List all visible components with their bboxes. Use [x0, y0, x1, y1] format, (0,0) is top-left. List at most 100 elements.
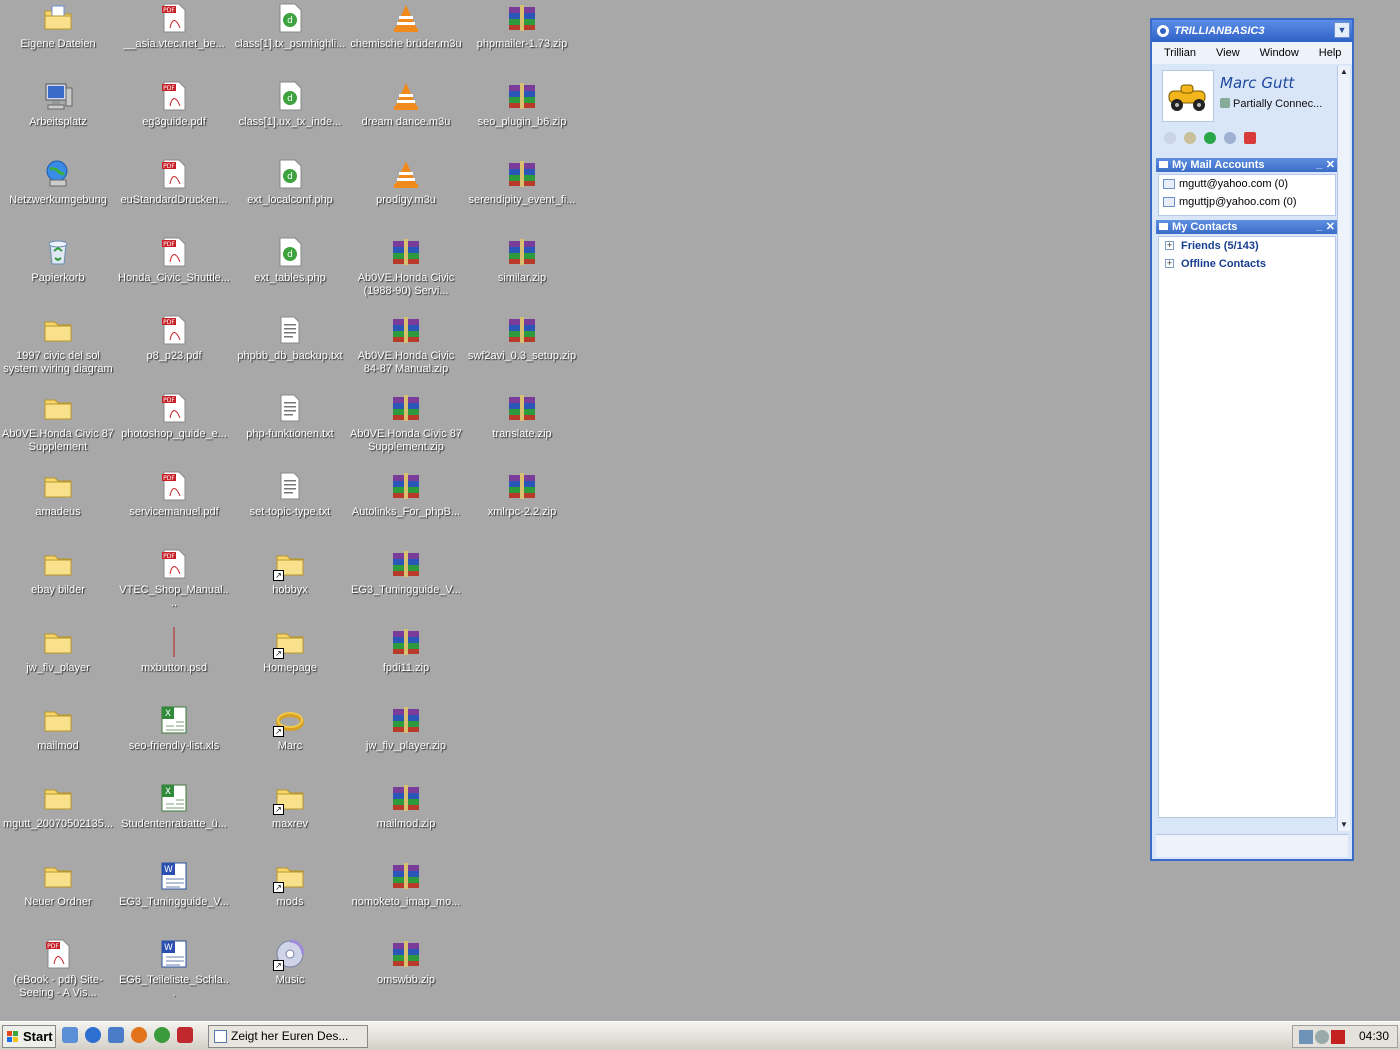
avatar[interactable]: [1162, 70, 1214, 122]
mail-accounts-header[interactable]: My Mail Accounts _ ✕: [1156, 158, 1338, 172]
desktop-icon[interactable]: PDF servicemanuel.pdf: [116, 470, 232, 544]
close-icon[interactable]: ✕: [1326, 158, 1335, 172]
desktop-icon[interactable]: omswbb.zip: [348, 938, 464, 1012]
desktop-icon[interactable]: PDF Honda_Civic_Shuttle...: [116, 236, 232, 310]
acrobat-icon[interactable]: [177, 1027, 193, 1043]
expand-icon[interactable]: +: [1165, 241, 1174, 250]
desktop-icon[interactable]: Autolinks_For_phpB...: [348, 470, 464, 544]
mail-account-item[interactable]: mgutt@yahoo.com (0): [1159, 175, 1335, 193]
desktop-icon[interactable]: ↗ Music: [232, 938, 348, 1012]
desktop-icon[interactable]: PDF VTEC_Shop_Manual....: [116, 548, 232, 622]
menu-window[interactable]: Window: [1254, 42, 1305, 64]
firefox-icon[interactable]: [131, 1027, 147, 1043]
ie-icon[interactable]: [85, 1027, 101, 1043]
trillian-window[interactable]: TRILLIANBASIC3 ▼ Trillian View Window He…: [1150, 18, 1354, 861]
desktop-icon[interactable]: mailmod: [0, 704, 116, 778]
desktop-icon[interactable]: PDF photoshop_guide_e...: [116, 392, 232, 466]
trillian-titlebar[interactable]: TRILLIANBASIC3 ▼: [1152, 20, 1352, 42]
profile-status[interactable]: Partially Connec...: [1220, 98, 1322, 110]
desktop-icon[interactable]: swf2avi_0.3_setup.zip: [464, 314, 580, 388]
contact-group-friends[interactable]: + Friends (5/143): [1159, 237, 1335, 255]
outlook-icon[interactable]: [108, 1027, 124, 1043]
scroll-down-icon[interactable]: ▼: [1338, 819, 1350, 831]
desktop-icon[interactable]: seo_plugin_b6.zip: [464, 80, 580, 154]
status-dot-icon[interactable]: [1224, 132, 1236, 144]
desktop-icon[interactable]: Eigene Dateien: [0, 2, 116, 76]
desktop-icon[interactable]: ↗ hobbyx: [232, 548, 348, 622]
desktop-icon[interactable]: Xseo-friendly-list.xls: [116, 704, 232, 778]
desktop-icon[interactable]: d class[1].tx_psmhighli...: [232, 2, 348, 76]
desktop-icon[interactable]: PDF p8_p23.pdf: [116, 314, 232, 388]
desktop-icon[interactable]: ↗ Homepage: [232, 626, 348, 700]
desktop-icon[interactable]: d ext_localconf.php: [232, 158, 348, 232]
desktop-icon[interactable]: jw_flv_player: [0, 626, 116, 700]
desktop-icon[interactable]: W EG3_Tuningguide_V...: [116, 860, 232, 934]
desktop-icon[interactable]: amadeus: [0, 470, 116, 544]
desktop-icon[interactable]: Ab0VE.Honda Civic (1988-90) Servi...: [348, 236, 464, 310]
desktop-icon[interactable]: dream dance.m3u: [348, 80, 464, 154]
status-yahoo-icon[interactable]: [1244, 132, 1256, 144]
desktop-icon[interactable]: 1997 civic del sol system wiring diagram: [0, 314, 116, 388]
desktop-icon[interactable]: serendipity_event_fi...: [464, 158, 580, 232]
desktop-icon[interactable]: nomoketo_imap_mo...: [348, 860, 464, 934]
trillian-window-menu-button[interactable]: ▼: [1334, 22, 1350, 38]
menu-trillian[interactable]: Trillian: [1158, 42, 1202, 64]
desktop-icon[interactable]: Neuer Ordner: [0, 860, 116, 934]
status-dot-icon[interactable]: [1184, 132, 1196, 144]
desktop-icon[interactable]: PDF euStandardDrucken...: [116, 158, 232, 232]
minimize-icon[interactable]: _: [1316, 220, 1322, 234]
desktop-icon[interactable]: set-topic-type.txt: [232, 470, 348, 544]
desktop-icon[interactable]: fpdi11.zip: [348, 626, 464, 700]
desktop-icon[interactable]: ↗ maxrev: [232, 782, 348, 856]
desktop-icon[interactable]: phpbb_db_backup.txt: [232, 314, 348, 388]
desktop-icon[interactable]: Ab0VE.Honda Civic 87 Supplement.zip: [348, 392, 464, 466]
mcafee-tray-icon[interactable]: [1331, 1030, 1345, 1044]
desktop-icon[interactable]: d ext_tables.php: [232, 236, 348, 310]
taskbar-task-browser[interactable]: Zeigt her Euren Des...: [208, 1025, 368, 1048]
desktop-icon[interactable]: Arbeitsplatz: [0, 80, 116, 154]
desktop-icon[interactable]: Ab0VE.Honda Civic 84-87 Manual.zip: [348, 314, 464, 388]
desktop-icon[interactable]: ebay bilder: [0, 548, 116, 622]
desktop-icon[interactable]: X Studentenrabatte_ü...: [116, 782, 232, 856]
expand-icon[interactable]: +: [1165, 259, 1174, 268]
desktop-icon[interactable]: mgutt_20070502135...: [0, 782, 116, 856]
desktop-icon[interactable]: jw_flv_player.zip: [348, 704, 464, 778]
status-dot-icon[interactable]: [1164, 132, 1176, 144]
scroll-up-icon[interactable]: ▲: [1338, 66, 1350, 78]
desktop-icon[interactable]: ↗ mods: [232, 860, 348, 934]
minimize-icon[interactable]: _: [1316, 158, 1322, 172]
contacts-header[interactable]: My Contacts _ ✕: [1156, 220, 1338, 234]
profile-name[interactable]: Marc Gutt: [1220, 74, 1294, 92]
mail-account-item[interactable]: mguttjp@yahoo.com (0): [1159, 193, 1335, 211]
desktop-icon[interactable]: PDF (eBook - pdf) Site-Seeing - A Vis...: [0, 938, 116, 1012]
close-icon[interactable]: ✕: [1326, 220, 1335, 234]
start-button[interactable]: Start: [2, 1025, 56, 1048]
desktop-icon[interactable]: phpmailer-1.73.zip: [464, 2, 580, 76]
contact-group-offline[interactable]: + Offline Contacts: [1159, 255, 1335, 273]
desktop-icon[interactable]: Ab0VE.Honda Civic 87 Supplement: [0, 392, 116, 466]
trillian-tray-icon[interactable]: [1315, 1030, 1329, 1044]
network-tray-icon[interactable]: [1299, 1030, 1313, 1044]
desktop-icon[interactable]: prodigy.m3u: [348, 158, 464, 232]
desktop-icon[interactable]: d class[1].ux_tx_inde...: [232, 80, 348, 154]
desktop-icon[interactable]: php-funktionen.txt: [232, 392, 348, 466]
desktop-icon[interactable]: mxbutton.psd: [116, 626, 232, 700]
desktop-icon[interactable]: W EG6_Teileliste_Schla...: [116, 938, 232, 1012]
menu-help[interactable]: Help: [1313, 42, 1348, 64]
desktop-icon[interactable]: EG3_Tuningguide_V...: [348, 548, 464, 622]
clock[interactable]: 04:30: [1359, 1026, 1389, 1047]
menu-view[interactable]: View: [1210, 42, 1246, 64]
trillian-scrollbar[interactable]: ▲ ▼: [1337, 66, 1350, 831]
desktop-icon[interactable]: Netzwerkumgebung: [0, 158, 116, 232]
dreamweaver-icon[interactable]: [154, 1027, 170, 1043]
desktop-shortcut-icon[interactable]: [62, 1027, 78, 1043]
desktop-icon[interactable]: chemische brüder.m3u: [348, 2, 464, 76]
desktop-icon[interactable]: xmlrpc-2.2.zip: [464, 470, 580, 544]
desktop-icon[interactable]: mailmod.zip: [348, 782, 464, 856]
desktop-icon[interactable]: PDF eg3guide.pdf: [116, 80, 232, 154]
desktop-icon[interactable]: ↗ Marc: [232, 704, 348, 778]
desktop-icon[interactable]: PDF __asia.vtec.net_be...: [116, 2, 232, 76]
status-online-icon[interactable]: [1204, 132, 1216, 144]
desktop-icon[interactable]: translate.zip: [464, 392, 580, 466]
desktop-icon[interactable]: Papierkorb: [0, 236, 116, 310]
